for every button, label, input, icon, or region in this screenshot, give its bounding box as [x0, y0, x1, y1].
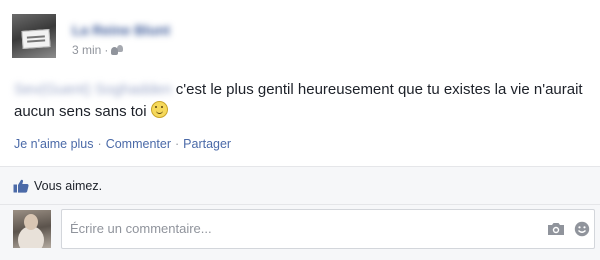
post-meta: 3 min ·: [72, 43, 124, 57]
action-separator: ·: [174, 137, 180, 151]
camera-icon[interactable]: [547, 222, 565, 236]
author-name[interactable]: La Reine Blunt: [72, 22, 170, 38]
post-timestamp[interactable]: 3 min: [72, 43, 101, 57]
emoji-icon[interactable]: [574, 221, 590, 237]
comment-placeholder: Écrire un commentaire...: [70, 221, 212, 236]
unlike-link[interactable]: Je n'aime plus: [14, 137, 94, 151]
comment-input[interactable]: Écrire un commentaire...: [61, 209, 595, 249]
author-avatar[interactable]: [12, 14, 56, 58]
friends-icon[interactable]: [111, 45, 124, 55]
smiley-icon: [150, 101, 168, 118]
comment-link[interactable]: Commenter: [106, 137, 171, 151]
post-actions: Je n'aime plus · Commenter · Partager: [14, 137, 231, 151]
post-card: La Reine Blunt 3 min · Sev(Guent) Soghadd…: [0, 0, 600, 260]
thumbs-up-icon[interactable]: [13, 179, 29, 193]
action-separator: ·: [97, 137, 102, 151]
comment-bar: Écrire un commentaire...: [0, 204, 600, 260]
avatar-image: [21, 29, 51, 49]
meta-separator: ·: [104, 43, 109, 57]
likes-bar: Vous aimez.: [0, 166, 600, 205]
post-text: Sev(Guent) Soghadden c'est le plus genti…: [14, 79, 594, 123]
viewer-avatar: [13, 210, 51, 248]
share-link[interactable]: Partager: [183, 137, 231, 151]
likes-text[interactable]: Vous aimez.: [34, 179, 102, 193]
tagged-name[interactable]: Sev(Guent) Soghadden: [14, 79, 172, 101]
